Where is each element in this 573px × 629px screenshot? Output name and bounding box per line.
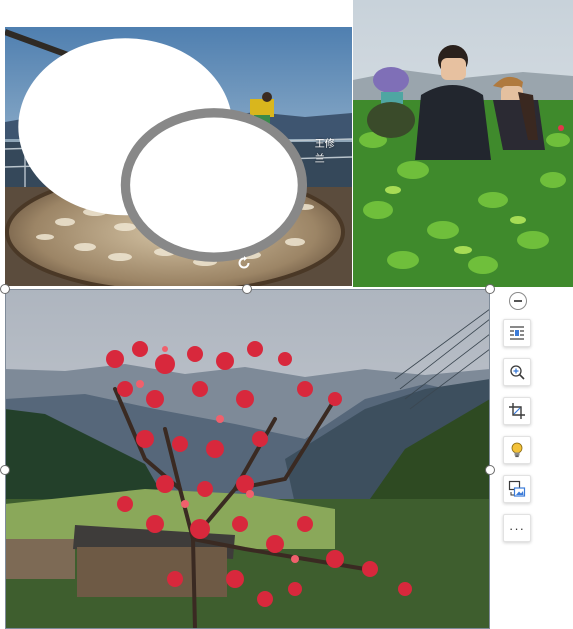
watermark-text: 王修兰 [314, 138, 335, 165]
more-icon: ··· [509, 520, 525, 536]
drying-tray-photo[interactable]: 王修兰 [5, 27, 352, 286]
zoom-button[interactable] [503, 358, 531, 386]
wechat-icon [18, 38, 308, 262]
resize-handle-right[interactable] [485, 465, 495, 475]
zoom-in-icon [510, 365, 525, 380]
resize-handle-left[interactable] [0, 465, 10, 475]
rotate-icon[interactable] [236, 255, 252, 271]
watermark: 王修兰 [9, 27, 342, 278]
minus-circle-icon[interactable] [509, 292, 527, 310]
tea-picking-photo[interactable] [353, 0, 573, 287]
resize-handle-top-right[interactable] [485, 284, 495, 294]
tea-picking-image [353, 0, 573, 287]
lightbulb-icon [511, 442, 523, 458]
smart-tips-button[interactable] [503, 436, 531, 464]
layout-options-button[interactable] [503, 319, 531, 347]
resize-handle-top-left[interactable] [0, 284, 10, 294]
more-button[interactable]: ··· [503, 514, 531, 542]
text-wrap-icon [510, 326, 524, 340]
red-tree-image [5, 289, 490, 629]
resize-handle-top[interactable] [242, 284, 252, 294]
red-tree-photo[interactable] [5, 289, 490, 629]
replace-image-button[interactable] [503, 475, 531, 503]
crop-button[interactable] [503, 397, 531, 425]
image-replace-icon [508, 480, 526, 497]
crop-icon [509, 403, 525, 419]
